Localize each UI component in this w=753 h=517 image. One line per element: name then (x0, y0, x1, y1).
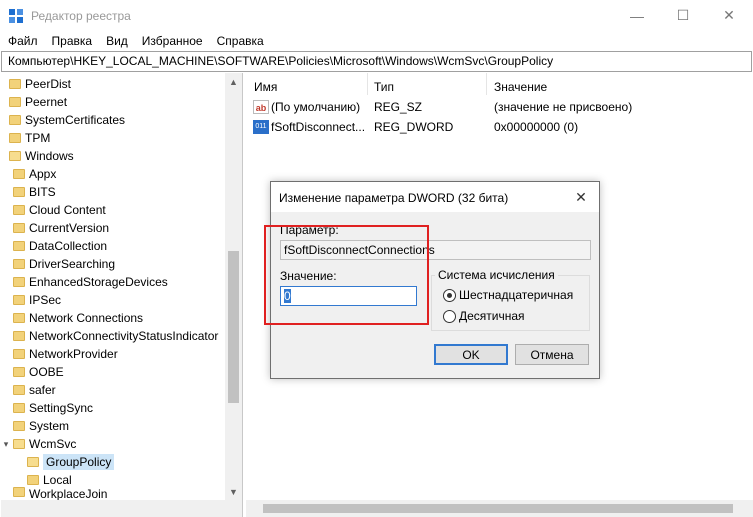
ok-button[interactable]: OK (434, 344, 508, 365)
folder-icon (13, 349, 25, 359)
folder-icon (13, 277, 25, 287)
dialog-title-bar: Изменение параметра DWORD (32 бита) ✕ (271, 182, 599, 212)
column-header-name[interactable]: Имя (254, 80, 277, 94)
registry-editor-icon (9, 9, 23, 23)
radio-decimal[interactable]: Десятичная (443, 309, 525, 323)
column-header-type[interactable]: Тип (374, 80, 394, 94)
folder-icon (13, 169, 25, 179)
tree-item-wcmsvc[interactable]: ▾ WcmSvc (1, 435, 77, 453)
scroll-up-icon[interactable]: ▲ (225, 73, 242, 90)
close-button[interactable]: ✕ (706, 0, 752, 31)
address-bar[interactable]: Компьютер\HKEY_LOCAL_MACHINE\SOFTWARE\Po… (1, 51, 752, 72)
tree-item-bits[interactable]: BITS (13, 183, 56, 201)
dialog-close-button[interactable]: ✕ (571, 187, 591, 207)
tree-item-peerdist[interactable]: PeerDist (9, 75, 71, 93)
value-row-fsoftdisconnect[interactable]: 011 fSoftDisconnect... REG_DWORD 0x00000… (246, 118, 753, 136)
tree-item-cloud-content[interactable]: Cloud Content (13, 201, 106, 219)
tree-item-windows[interactable]: Windows (9, 147, 74, 165)
folder-icon (13, 403, 25, 413)
folder-icon (9, 115, 21, 125)
minimize-button[interactable]: — (614, 0, 660, 31)
tree-item-grouppolicy[interactable]: GroupPolicy (27, 453, 115, 471)
folder-icon (9, 79, 21, 89)
dialog-title: Изменение параметра DWORD (32 бита) (279, 191, 509, 205)
folder-icon (13, 205, 25, 215)
close-icon: ✕ (723, 7, 735, 23)
menu-view[interactable]: Вид (106, 34, 134, 48)
tree-item-systemcertificates[interactable]: SystemCertificates (9, 111, 125, 129)
tree-item-appx[interactable]: Appx (13, 165, 56, 183)
window-title: Редактор реестра (31, 9, 131, 23)
folder-open-icon (13, 439, 25, 449)
annotation-highlight-box (264, 225, 429, 325)
folder-icon (13, 187, 25, 197)
folder-icon (9, 97, 21, 107)
folder-icon (13, 421, 25, 431)
scroll-thumb[interactable] (263, 504, 733, 513)
value-row-default[interactable]: ab (По умолчанию) REG_SZ (значение не пр… (246, 98, 753, 116)
tree-item-workplacejoin[interactable]: WorkplaceJoin (13, 487, 107, 500)
binary-value-icon: 011 (253, 120, 269, 134)
close-icon: ✕ (575, 188, 587, 205)
radio-unchecked-icon[interactable] (443, 309, 456, 323)
tree-item-ncsi[interactable]: NetworkConnectivityStatusIndicator (13, 327, 218, 345)
folder-icon (9, 133, 21, 143)
tree-vertical-scrollbar[interactable]: ▲ ▼ (225, 73, 242, 500)
minimize-icon: — (630, 7, 644, 24)
folder-icon (13, 223, 25, 233)
column-separator[interactable] (367, 73, 368, 95)
folder-icon (13, 331, 25, 341)
folder-icon (13, 295, 25, 305)
menu-favorites[interactable]: Избранное (142, 34, 209, 48)
folder-icon (13, 241, 25, 251)
tree-item-settingsync[interactable]: SettingSync (13, 399, 93, 417)
cancel-button[interactable]: Отмена (515, 344, 589, 365)
folder-icon (13, 313, 25, 323)
maximize-button[interactable]: ☐ (660, 0, 706, 31)
string-value-icon: ab (253, 100, 269, 114)
column-header-data[interactable]: Значение (494, 80, 547, 94)
scroll-thumb[interactable] (228, 251, 239, 403)
column-separator[interactable] (486, 73, 487, 95)
tree-item-oobe[interactable]: OOBE (13, 363, 64, 381)
radio-hexadecimal[interactable]: Шестнадцатеричная (443, 288, 573, 302)
maximize-icon: ☐ (676, 7, 690, 23)
menu-bar: Файл Правка Вид Избранное Справка (0, 31, 753, 51)
tree-item-currentversion[interactable]: CurrentVersion (13, 219, 109, 237)
folder-open-icon (9, 151, 21, 161)
menu-help[interactable]: Справка (217, 34, 270, 48)
menu-file[interactable]: Файл (8, 34, 44, 48)
tree-item-networkprovider[interactable]: NetworkProvider (13, 345, 118, 363)
title-bar: Редактор реестра — ☐ ✕ (0, 0, 753, 31)
folder-open-icon (27, 457, 39, 467)
menu-edit[interactable]: Правка (52, 34, 99, 48)
tree-item-enhancedstoragedevices[interactable]: EnhancedStorageDevices (13, 273, 168, 291)
folder-icon (13, 259, 25, 269)
tree-horizontal-scrollbar[interactable] (1, 500, 242, 517)
folder-icon (13, 385, 25, 395)
tree-item-datacollection[interactable]: DataCollection (13, 237, 107, 255)
folder-icon (27, 475, 39, 485)
registry-tree: PeerDist Peernet SystemCertificates TPM … (1, 73, 243, 517)
tree-item-tpm[interactable]: TPM (9, 129, 50, 147)
base-group-label: Система исчисления (435, 268, 558, 282)
tree-item-network-connections[interactable]: Network Connections (13, 309, 143, 327)
radio-checked-icon[interactable] (443, 288, 456, 302)
tree-item-system[interactable]: System (13, 417, 69, 435)
tree-item-driversearching[interactable]: DriverSearching (13, 255, 115, 273)
tree-item-peernet[interactable]: Peernet (9, 93, 67, 111)
folder-icon (13, 487, 25, 497)
values-horizontal-scrollbar[interactable] (246, 500, 753, 517)
tree-item-safer[interactable]: safer (13, 381, 56, 399)
tree-item-ipsec[interactable]: IPSec (13, 291, 61, 309)
folder-icon (13, 367, 25, 377)
scroll-down-icon[interactable]: ▼ (225, 483, 242, 500)
chevron-down-icon[interactable]: ▾ (1, 439, 11, 450)
